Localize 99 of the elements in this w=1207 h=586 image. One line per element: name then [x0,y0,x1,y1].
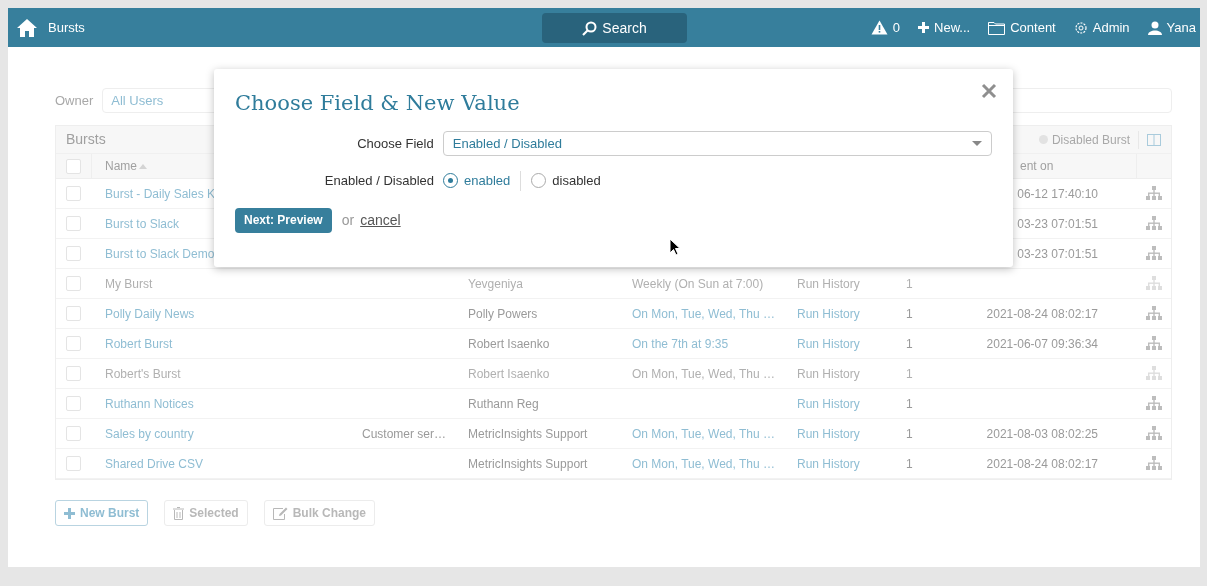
row-checkbox[interactable] [66,396,81,411]
new-burst-button[interactable]: New Burst [55,500,149,526]
field-label: Enabled / Disabled [323,172,434,190]
hierarchy-icon[interactable] [1145,246,1162,261]
plus-icon [64,507,75,519]
panel-title: Bursts [66,130,106,149]
table-cell: MetricInsights Support [468,456,588,471]
search-icon [582,20,598,36]
burst-name-link[interactable]: Burst to Slack [105,216,180,231]
row-checkbox[interactable] [66,246,81,261]
hierarchy-icon[interactable] [1145,276,1162,291]
table-cell: 1 [906,426,913,441]
run-history-link[interactable]: Run History [797,276,860,291]
content-button[interactable]: Content [988,17,1056,38]
burst-name-link[interactable]: Burst to Slack Demo [105,246,215,261]
select-all-checkbox[interactable] [66,158,81,174]
schedule-link[interactable]: On Mon, Tue, Wed, Thu … [632,456,775,471]
burst-name-link[interactable]: Polly Daily News [105,306,195,321]
table-cell: 06-12 17:40:10 [1017,186,1098,201]
page-title: Bursts [48,18,85,37]
table-cell: Robert Isaenko [468,366,550,381]
table-cell: 03-23 07:01:51 [1017,246,1098,261]
columns-icon[interactable] [1147,133,1161,146]
burst-name-link[interactable]: Robert's Burst [105,366,181,381]
table-cell: 1 [906,366,913,381]
column-header[interactable]: Name [92,157,349,175]
search-button[interactable]: Search [542,13,687,43]
schedule-link[interactable]: Weekly (On Sun at 7:00) [632,276,764,291]
run-history-link[interactable]: Run History [797,456,860,471]
sort-icon [139,163,147,169]
table-cell: Customer ser… [361,426,446,441]
run-history-link[interactable]: Run History [797,396,860,411]
hierarchy-icon[interactable] [1145,396,1162,411]
trash-icon [173,506,185,520]
run-history-link[interactable]: Run History [797,366,860,381]
row-checkbox[interactable] [66,336,81,351]
run-history-link[interactable]: Run History [797,426,860,441]
home-icon[interactable] [16,17,38,38]
cancel-link[interactable]: cancel [360,209,401,231]
alerts-button[interactable]: 0 [870,17,901,38]
admin-button[interactable]: Admin [1073,17,1130,38]
row-checkbox[interactable] [66,306,81,321]
row-checkbox[interactable] [66,426,81,441]
schedule-link[interactable]: On the 7th at 9:35 [632,336,729,351]
folder-icon [988,20,1006,35]
legend-label: Disabled Burst [1051,130,1139,149]
row-checkbox[interactable] [66,366,81,381]
run-history-link[interactable]: Run History [797,336,860,351]
field-select[interactable]: Enabled / Disabled [442,131,992,156]
table-cell: 1 [906,336,913,351]
table-cell: 2021-06-07 09:36:34 [986,336,1098,351]
close-icon[interactable] [981,83,997,99]
table-cell: 1 [906,456,913,471]
burst-name-link[interactable]: Ruthann Notices [105,396,194,411]
table-cell: 2021-08-24 08:02:17 [986,456,1098,471]
user-menu[interactable]: Yana [1147,17,1196,38]
burst-name-link[interactable]: Burst - Daily Sales K [105,186,216,201]
radio-option[interactable]: disabled [520,171,601,191]
new-button[interactable]: New... [918,17,971,38]
next-preview-button[interactable]: Next: Preview [235,207,332,233]
schedule-link[interactable]: On Mon, Tue, Wed, Thu … [632,306,775,321]
hierarchy-icon[interactable] [1145,366,1162,381]
row-checkbox[interactable] [66,186,81,201]
table-cell: Robert Isaenko [468,336,550,351]
burst-name-link[interactable]: My Burst [105,276,153,291]
table-cell: 2021-08-24 08:02:17 [986,306,1098,321]
or-text: or [341,210,355,230]
user-icon [1147,20,1162,35]
table-cell: 03-23 07:01:51 [1017,216,1098,231]
burst-name-link[interactable]: Sales by country [105,426,194,441]
row-checkbox[interactable] [66,276,81,291]
hierarchy-icon[interactable] [1145,306,1162,321]
owner-label: Owner [55,91,94,110]
burst-name-link[interactable]: Shared Drive CSV [105,456,204,471]
row-checkbox[interactable] [66,456,81,471]
hierarchy-icon[interactable] [1145,336,1162,351]
hierarchy-icon[interactable] [1145,216,1162,231]
edit-icon [272,506,288,520]
table-cell: MetricInsights Support [468,426,588,441]
table-cell: 2021-08-03 08:02:25 [986,426,1098,441]
run-history-link[interactable]: Run History [797,306,860,321]
table-cell: Polly Powers [468,306,538,321]
table-cell: 1 [906,276,913,291]
plus-icon [918,22,930,33]
schedule-link[interactable]: On Mon, Tue, Wed, Thu … [632,426,775,441]
table-cell: 1 [906,396,913,411]
table-cell: 1 [906,306,913,321]
row-checkbox[interactable] [66,216,81,231]
field-label: Choose Field [356,134,434,153]
hierarchy-icon[interactable] [1145,186,1162,201]
hierarchy-icon[interactable] [1145,456,1162,471]
cursor-icon [669,238,681,256]
schedule-link[interactable]: On Mon, Tue, Wed, Thu … [632,366,775,381]
table-cell: Ruthann Reg [468,396,539,411]
burst-name-link[interactable]: Robert Burst [105,336,173,351]
gear-icon [1073,20,1088,35]
radio-option[interactable]: enabled [443,171,511,191]
table-cell: Yevgeniya [468,276,523,291]
hierarchy-icon[interactable] [1145,426,1162,441]
